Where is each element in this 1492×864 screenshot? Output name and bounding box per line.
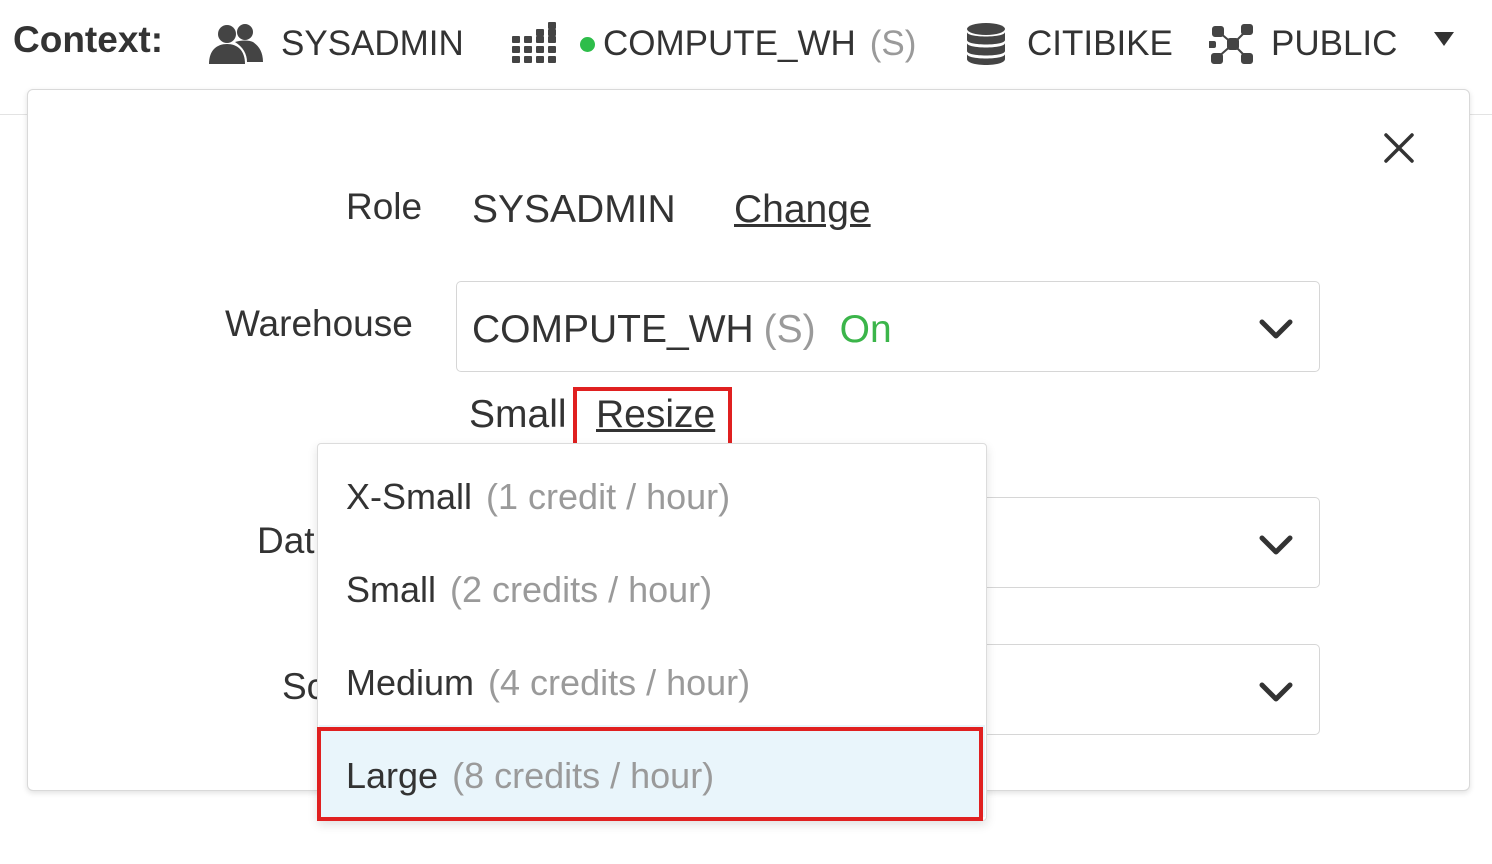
role-value: SYSADMIN bbox=[472, 188, 676, 231]
warehouse-select-size: (S) bbox=[763, 308, 816, 351]
context-role[interactable]: SYSADMIN bbox=[205, 22, 464, 66]
context-warehouse[interactable]: COMPUTE_WH (S) bbox=[508, 22, 916, 66]
chevron-down-icon[interactable] bbox=[1259, 318, 1293, 340]
chevron-down-icon[interactable] bbox=[1259, 681, 1293, 703]
context-warehouse-text: COMPUTE_WH bbox=[603, 24, 856, 63]
context-bar: Context: SYSADMIN COMPUTE_WH (S) CITIBIK… bbox=[0, 0, 1492, 88]
size-option-credits: (2 credits / hour) bbox=[450, 569, 713, 610]
database-label: Dat bbox=[257, 520, 315, 561]
size-option-medium[interactable]: Medium (4 credits / hour) bbox=[319, 632, 985, 724]
context-database[interactable]: CITIBIKE bbox=[965, 22, 1173, 66]
context-schema-text: PUBLIC bbox=[1271, 24, 1398, 63]
warehouse-grid-icon bbox=[512, 22, 556, 63]
size-option-name: Small bbox=[346, 569, 437, 610]
warehouse-status-text: On bbox=[839, 308, 892, 351]
context-database-text: CITIBIKE bbox=[1027, 24, 1173, 63]
users-icon bbox=[209, 24, 263, 64]
size-option-name: X-Small bbox=[346, 476, 473, 517]
size-option-name: Large bbox=[346, 755, 439, 796]
close-icon[interactable] bbox=[1383, 132, 1415, 164]
warehouse-select-name: COMPUTE_WH bbox=[472, 308, 754, 351]
size-option-credits: (4 credits / hour) bbox=[488, 662, 751, 703]
schema-network-icon bbox=[1209, 24, 1253, 64]
role-label: Role bbox=[346, 186, 423, 227]
resize-link[interactable]: Resize bbox=[596, 393, 715, 437]
warehouse-size-dropdown: X-Small (1 credit / hour) Small (2 credits… bbox=[317, 443, 987, 821]
size-option-small[interactable]: Small (2 credits / hour) bbox=[319, 539, 985, 631]
size-option-large[interactable]: Large (8 credits / hour) bbox=[319, 725, 985, 817]
size-option-x-small[interactable]: X-Small (1 credit / hour) bbox=[319, 446, 985, 538]
size-option-credits: (1 credit / hour) bbox=[486, 476, 731, 517]
warehouse-select-value: COMPUTE_WH (S) On bbox=[472, 308, 892, 352]
context-label: Context: bbox=[13, 19, 164, 60]
warehouse-label: Warehouse bbox=[225, 303, 413, 344]
warehouse-current-size: Small bbox=[469, 393, 567, 436]
context-schema[interactable]: PUBLIC bbox=[1209, 22, 1397, 66]
chevron-down-icon[interactable] bbox=[1259, 534, 1293, 556]
size-option-credits: (8 credits / hour) bbox=[452, 755, 715, 796]
context-warehouse-size: (S) bbox=[869, 24, 917, 63]
size-option-name: Medium bbox=[346, 662, 475, 703]
caret-down-icon[interactable] bbox=[1432, 28, 1456, 50]
change-role-link[interactable]: Change bbox=[734, 188, 871, 232]
database-icon bbox=[967, 23, 1005, 65]
warehouse-status-dot bbox=[580, 36, 595, 52]
context-role-text: SYSADMIN bbox=[281, 24, 464, 63]
